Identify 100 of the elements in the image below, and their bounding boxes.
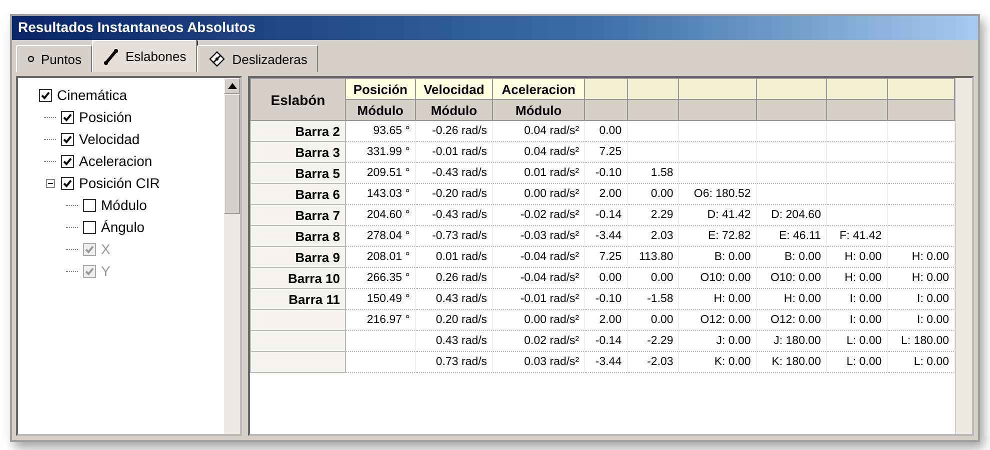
table-cell: O12: 0.00 [756, 310, 826, 330]
checkbox[interactable] [83, 198, 96, 212]
table-cell [756, 120, 826, 142]
table-cell: -0.01 rad/s [415, 142, 493, 162]
row-header[interactable]: Barra 10 [250, 268, 346, 288]
table-cell: -1.58 [627, 288, 679, 310]
tree-item-label[interactable]: Posición CIR [79, 175, 160, 191]
table-cell: -0.04 rad/s² [492, 246, 585, 268]
column-group-header[interactable] [826, 78, 888, 100]
table-cell: O6: 180.52 [678, 184, 756, 204]
table-cell: O10: 0.00 [678, 268, 756, 288]
column-group-header[interactable] [678, 78, 756, 100]
table-cell: D: 41.42 [678, 204, 756, 226]
table-cell: -2.29 [627, 330, 679, 352]
column-group-header[interactable] [756, 78, 826, 100]
table-cell: 2.03 [627, 226, 679, 246]
table-cell: -3.44 [584, 226, 628, 246]
table-cell: D: 204.60 [756, 204, 826, 226]
column-header[interactable] [627, 100, 679, 120]
column-header[interactable]: Módulo [346, 100, 416, 120]
row-header[interactable]: Barra 11 [250, 288, 346, 310]
row-header[interactable]: Barra 8 [250, 226, 346, 246]
table-cell: 7.25 [584, 142, 628, 162]
column-header[interactable]: Módulo [415, 100, 493, 120]
checkbox[interactable] [83, 220, 96, 234]
row-header[interactable] [250, 330, 346, 352]
column-header[interactable] [678, 100, 756, 120]
column-group-header[interactable] [627, 78, 679, 100]
table-cell: 2.00 [584, 184, 628, 204]
table-cell: 0.26 rad/s [415, 268, 493, 288]
table-cell [756, 142, 826, 162]
tree-item-label[interactable]: Módulo [101, 197, 147, 213]
table-cell: 0.00 rad/s² [492, 184, 585, 204]
checkbox[interactable] [61, 154, 74, 168]
row-header[interactable] [250, 352, 346, 372]
table-cell: H: 0.00 [678, 288, 756, 310]
scroll-thumb[interactable] [224, 94, 240, 214]
tab[interactable]: Eslabones [92, 40, 198, 72]
row-header[interactable]: Barra 2 [250, 120, 346, 142]
table-cell: 208.01 ° [346, 246, 416, 268]
table-cell: O10: 0.00 [756, 268, 826, 288]
table-cell: -0.10 [584, 288, 628, 310]
row-header[interactable]: Barra 3 [250, 142, 346, 162]
table-cell: 7.25 [584, 246, 628, 268]
checkbox[interactable] [61, 176, 74, 190]
column-group-header[interactable] [887, 78, 954, 100]
column-header[interactable]: Módulo [492, 100, 585, 120]
tree-item-label[interactable]: Ángulo [101, 219, 145, 235]
scrollbar[interactable] [224, 78, 240, 434]
tree-item-label[interactable]: Cinemática [57, 87, 128, 103]
checkbox[interactable] [61, 110, 74, 124]
table-cell: 0.00 [627, 184, 679, 204]
table-cell: 331.99 ° [346, 142, 416, 162]
checkbox[interactable] [61, 132, 74, 146]
collapse-icon[interactable] [46, 178, 54, 188]
table-cell: E: 72.82 [678, 226, 756, 246]
row-header[interactable]: Barra 9 [250, 246, 346, 268]
table-cell: 0.01 rad/s² [492, 162, 585, 184]
table-cell: 143.03 ° [346, 184, 416, 204]
row-header[interactable] [250, 310, 346, 330]
table-cell: 266.35 ° [346, 268, 416, 288]
row-header[interactable]: Barra 6 [250, 184, 346, 204]
row-header[interactable]: Barra 7 [250, 204, 346, 226]
table-cell: 278.04 ° [346, 226, 416, 246]
table-cell: -0.43 rad/s [415, 162, 493, 184]
tab[interactable]: Deslizaderas [197, 45, 318, 72]
column-group-header[interactable]: Aceleracion [492, 78, 585, 100]
column-header[interactable] [887, 100, 954, 120]
table-cell: 0.00 rad/s² [492, 310, 585, 330]
column-group-header[interactable]: Velocidad [415, 78, 493, 100]
table-cell: 0.00 [584, 268, 628, 288]
table-cell: -0.26 rad/s [415, 120, 493, 142]
table-cell: -0.43 rad/s [415, 204, 493, 226]
column-header[interactable] [826, 100, 888, 120]
row-header[interactable]: Barra 5 [250, 162, 346, 184]
tree-item-label[interactable]: Aceleracion [79, 153, 152, 169]
table-cell: -0.20 rad/s [415, 184, 493, 204]
table-cell: -0.03 rad/s² [492, 226, 585, 246]
table-cell: E: 46.11 [756, 226, 826, 246]
column-group-header[interactable]: Posición [346, 78, 416, 100]
table-cell: 0.00 [584, 120, 628, 142]
column-header[interactable] [584, 100, 628, 120]
tree-item-label[interactable]: Velocidad [79, 131, 140, 147]
scroll-up-button[interactable] [224, 78, 240, 94]
column-group-header[interactable] [584, 78, 628, 100]
table-cell: -0.14 [584, 330, 628, 352]
table-cell: -0.14 [584, 204, 628, 226]
column-header[interactable] [756, 100, 826, 120]
table-cell: -0.01 rad/s² [492, 288, 585, 310]
table-cell: I: 0.00 [826, 288, 888, 310]
link-bar-icon [103, 48, 120, 66]
column-header[interactable]: Eslabón [250, 78, 346, 120]
scrollbar[interactable] [955, 78, 972, 434]
tree-item-label[interactable]: Posición [79, 109, 132, 125]
tab[interactable]: Puntos [16, 45, 92, 72]
table-cell: 0.73 rad/s [415, 352, 493, 372]
table-cell: -2.03 [627, 352, 679, 372]
table-cell: 204.60 ° [346, 204, 416, 226]
table-cell [346, 352, 416, 372]
checkbox[interactable] [39, 88, 52, 102]
